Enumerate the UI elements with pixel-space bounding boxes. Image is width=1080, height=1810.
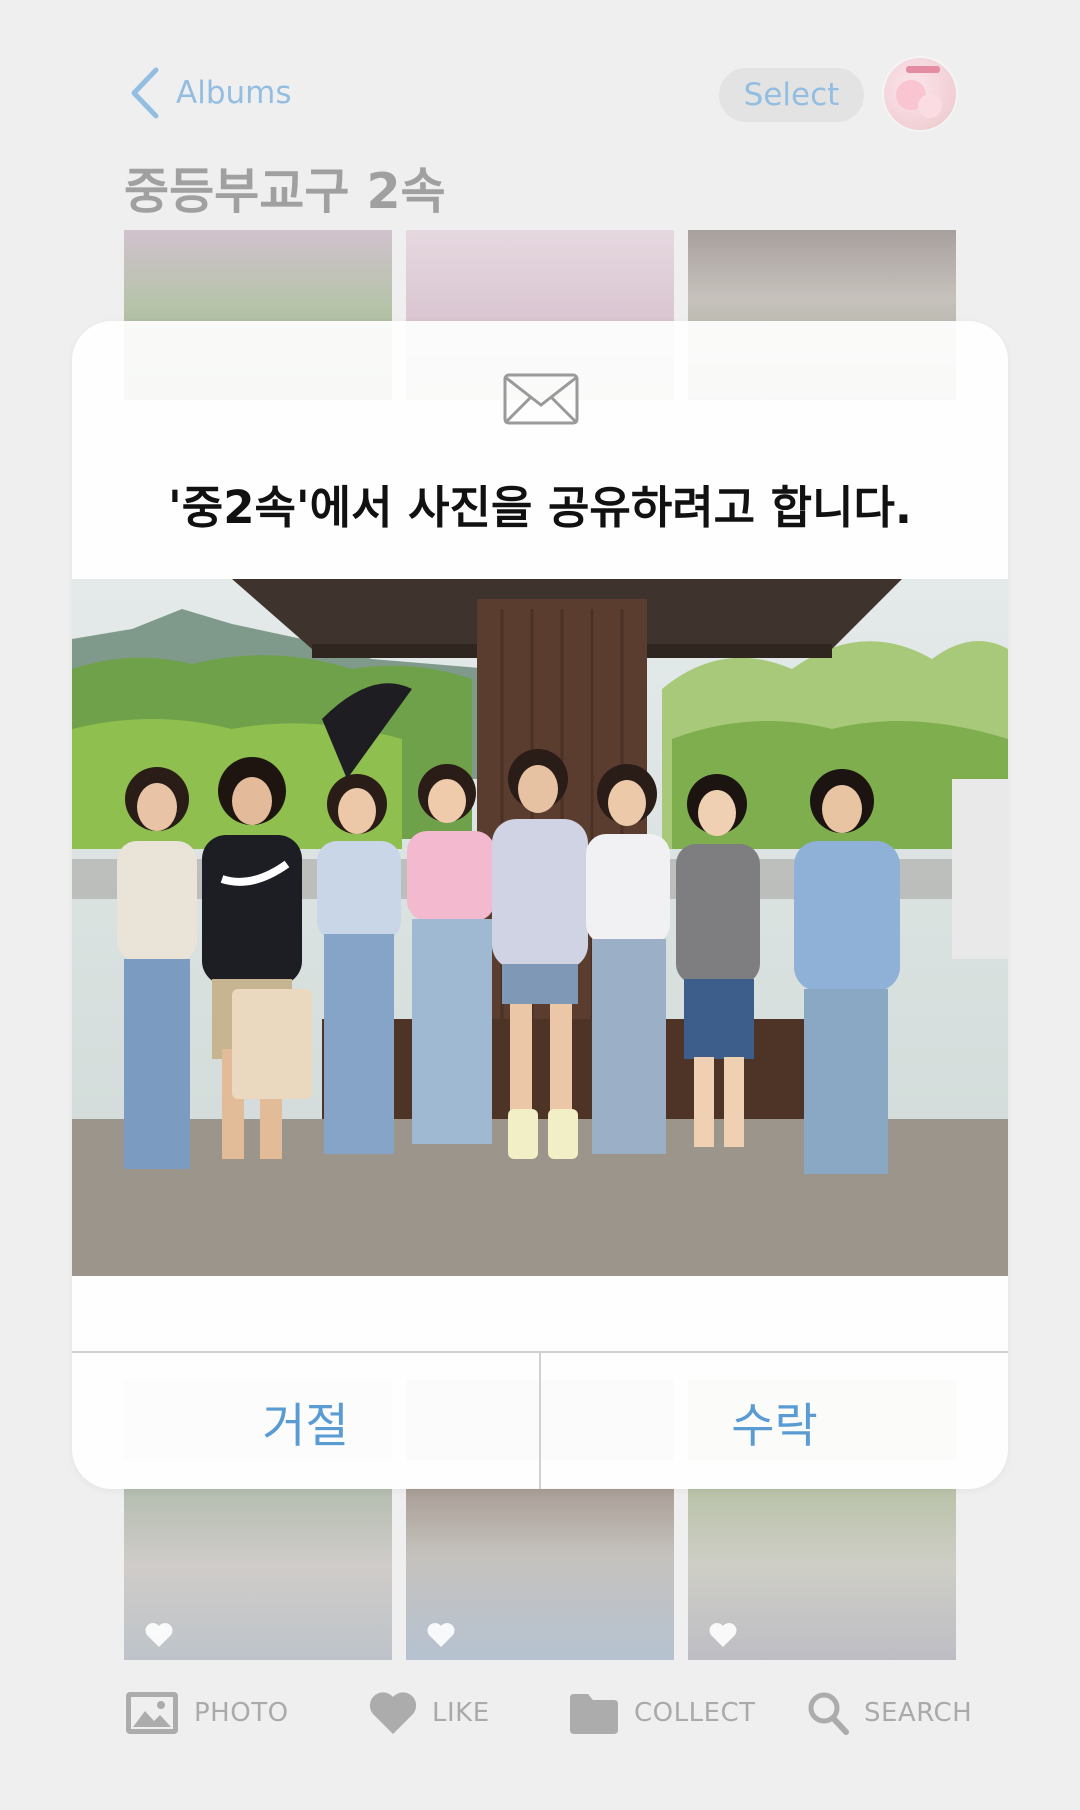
- share-message: '중2속'에서 사진을 공유하려고 합니다.: [168, 481, 912, 534]
- shared-photo-preview: [72, 579, 1008, 1276]
- envelope-icon: [503, 373, 579, 425]
- accept-button[interactable]: 수락: [541, 1353, 1008, 1489]
- share-invitation-dialog: '중2속'에서 사진을 공유하려고 합니다. 거절 수락: [72, 321, 1008, 1489]
- reject-button[interactable]: 거절: [72, 1353, 539, 1489]
